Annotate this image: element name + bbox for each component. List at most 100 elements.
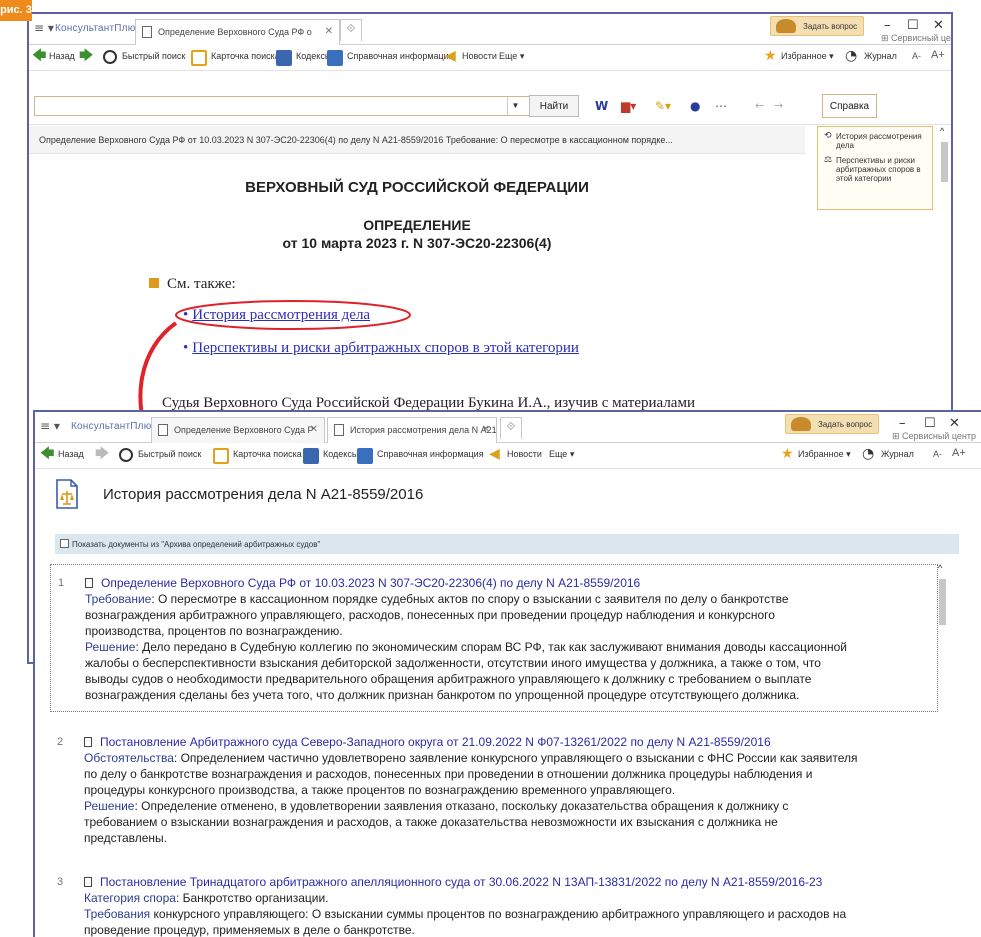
entry-field-label: Требование bbox=[85, 592, 152, 606]
entry-text-line: Категория спора: Банкротство организации… bbox=[84, 890, 936, 906]
entry-field-text: производства, процентов по вознаграждени… bbox=[85, 624, 343, 638]
close-icon[interactable]: ✕ bbox=[310, 424, 318, 435]
tab-label: Определение Верховного Суда Р bbox=[174, 425, 314, 435]
entry-field-text: : Банкротство организации. bbox=[175, 891, 329, 905]
entry-field-text: : О пересмотре в кассационном порядке су… bbox=[151, 592, 789, 606]
entry-field-label: Категория спора bbox=[84, 891, 176, 905]
reference-button[interactable]: Справочная информация bbox=[377, 449, 484, 459]
document-icon bbox=[158, 424, 168, 436]
entry-field-label: Решение bbox=[84, 799, 135, 813]
brand-logo: КонсультантПлюс bbox=[71, 421, 157, 432]
entry-field-label: Решение bbox=[85, 640, 136, 654]
history-entry[interactable]: 3 Постановление Тринадцатого арбитражног… bbox=[50, 874, 938, 937]
entry-title-link[interactable]: Постановление Тринадцатого арбитражного … bbox=[84, 874, 936, 890]
entry-text-line: Решение: Дело передано в Судебную коллег… bbox=[85, 639, 937, 655]
main-toolbar: 🡄 Назад 🡆 Быстрый поиск Карточка поиска … bbox=[35, 443, 981, 469]
search-card-icon bbox=[213, 448, 229, 464]
archive-checkbox[interactable] bbox=[60, 539, 69, 548]
entry-text-line: Обстоятельства: Определением частично уд… bbox=[84, 750, 936, 766]
document-icon bbox=[334, 424, 344, 436]
codes-icon bbox=[303, 448, 319, 464]
close-window-icon[interactable]: ✕ bbox=[949, 416, 960, 431]
entry-field-text: выводы судов о необходимости предварител… bbox=[85, 672, 812, 686]
entry-text-line: представлены. bbox=[84, 830, 936, 846]
entry-field-text: : Определением частично удовлетворено за… bbox=[173, 751, 858, 765]
document-icon bbox=[85, 578, 93, 588]
more-button[interactable]: Еще ▾ bbox=[549, 449, 574, 460]
tab-history[interactable]: История рассмотрения дела N А21-8 ✕ bbox=[327, 417, 497, 443]
entry-title-link[interactable]: Определение Верховного Суда РФ от 10.03.… bbox=[85, 575, 937, 591]
case-history-icon bbox=[56, 479, 78, 509]
entry-field-text: : Определение отменено, в удовлетворении… bbox=[134, 799, 789, 813]
entry-text-line: жалобы о бесперспективности взыскания де… bbox=[85, 655, 937, 671]
entry-field-text: конкурсного управляющего: О взыскании су… bbox=[150, 907, 847, 921]
search-card-button[interactable]: Карточка поиска bbox=[233, 449, 302, 459]
history-header: История рассмотрения дела N А21-8559/201… bbox=[35, 469, 981, 529]
page-title: История рассмотрения дела N А21-8559/201… bbox=[103, 486, 424, 503]
highlight-ellipse bbox=[175, 300, 411, 330]
entry-field-label: Требования bbox=[84, 907, 151, 921]
entry-number: 3 bbox=[57, 876, 64, 888]
entry-text-line: выводы судов о необходимости предварител… bbox=[85, 671, 937, 687]
new-tab-button[interactable]: ⟐ bbox=[500, 417, 522, 439]
maximize-icon[interactable]: ☐ bbox=[924, 416, 936, 431]
consultant-icon bbox=[791, 417, 811, 431]
back-arrow-icon[interactable]: 🡄 bbox=[40, 447, 54, 461]
entry-field-text: процедуры конкурсного производства, а та… bbox=[84, 783, 676, 797]
entry-text-line: Требование: О пересмотре в кассационном … bbox=[85, 591, 937, 607]
font-decrease-button[interactable]: A- bbox=[933, 449, 942, 459]
star-icon: ★ bbox=[781, 446, 794, 462]
entry-field-text: : Дело передано в Судебную коллегию по э… bbox=[135, 640, 847, 654]
search-icon bbox=[119, 448, 133, 462]
close-icon[interactable]: ✕ bbox=[482, 424, 490, 435]
journal-button[interactable]: Журнал bbox=[881, 449, 914, 459]
document-icon bbox=[84, 737, 92, 747]
news-icon: ◀ bbox=[489, 446, 500, 462]
tab-document[interactable]: Определение Верховного Суда Р ✕ bbox=[151, 417, 325, 443]
entry-field-text: вознаграждения арбитражного управляющего… bbox=[85, 608, 775, 622]
entry-text-line: требованием о взыскании вознаграждения и… bbox=[84, 814, 936, 830]
entry-text-line: процедуры конкурсного производства, а та… bbox=[84, 782, 936, 798]
back-button[interactable]: Назад bbox=[58, 449, 84, 459]
entry-field-text: требованием о взыскании вознаграждения и… bbox=[84, 815, 778, 829]
menu-icon[interactable]: ≡ ▾ bbox=[40, 419, 60, 433]
favorites-button[interactable]: Избранное ▾ bbox=[798, 449, 851, 460]
entry-title-link[interactable]: Постановление Арбитражного суда Северо-З… bbox=[84, 734, 936, 750]
entry-field-text: жалобы о бесперспективности взыскания де… bbox=[85, 656, 821, 670]
entry-field-text: представлены. bbox=[84, 831, 167, 845]
tab-bar: ≡ ▾ КонсультантПлюс Определение Верховно… bbox=[35, 412, 981, 443]
entry-field-text: по делу о банкротстве вознаграждения и р… bbox=[84, 767, 813, 781]
history-entry[interactable]: 2 Постановление Арбитражного суда Северо… bbox=[50, 734, 938, 854]
entry-text-line: проведение процедур, применяемых в деле … bbox=[84, 922, 936, 937]
history-scrollbar[interactable]: ^ bbox=[937, 563, 947, 937]
service-center-link[interactable]: ⊞ Сервисный центр bbox=[892, 431, 976, 442]
entry-field-label: Обстоятельства bbox=[84, 751, 174, 765]
history-entry[interactable]: 1 Определение Верховного Суда РФ от 10.0… bbox=[50, 564, 938, 712]
document-icon bbox=[84, 877, 92, 887]
entry-text-line: Решение: Определение отменено, в удовлет… bbox=[84, 798, 936, 814]
codes-button[interactable]: Кодексы bbox=[323, 449, 358, 459]
tab-label: История рассмотрения дела N А21-8 bbox=[350, 425, 497, 435]
figure-label: рис. 3 bbox=[0, 0, 32, 21]
entry-number: 2 bbox=[57, 736, 64, 748]
entry-field-text: вознаграждения сделаны без учета того, ч… bbox=[85, 688, 800, 702]
scroll-up-icon[interactable]: ^ bbox=[938, 563, 942, 573]
ask-question-button[interactable]: Задать вопрос bbox=[785, 414, 880, 434]
front-window: ≡ ▾ КонсультантПлюс Определение Верховно… bbox=[33, 410, 981, 937]
news-button[interactable]: Новости bbox=[507, 449, 542, 459]
entry-text-line: вознаграждения сделаны без учета того, ч… bbox=[85, 687, 937, 703]
entry-field-text: проведение процедур, применяемых в деле … bbox=[84, 923, 415, 937]
archive-checkbox-row[interactable]: Показать документы из "Архива определени… bbox=[55, 534, 959, 554]
entry-number: 1 bbox=[58, 577, 65, 589]
minimize-icon[interactable]: – bbox=[899, 416, 906, 431]
reference-icon bbox=[357, 448, 373, 464]
entry-text-line: вознаграждения арбитражного управляющего… bbox=[85, 607, 937, 623]
ask-question-label: Задать вопрос bbox=[818, 420, 873, 429]
font-increase-button[interactable]: A+ bbox=[952, 447, 966, 459]
entry-text-line: Требования конкурсного управляющего: О в… bbox=[84, 906, 936, 922]
journal-icon: ◔ bbox=[862, 446, 875, 462]
quick-search-button[interactable]: Быстрый поиск bbox=[138, 449, 201, 459]
forward-arrow-icon[interactable]: 🡆 bbox=[95, 447, 109, 461]
archive-checkbox-label: Показать документы из "Архива определени… bbox=[72, 540, 321, 549]
entry-text-line: по делу о банкротстве вознаграждения и р… bbox=[84, 766, 936, 782]
